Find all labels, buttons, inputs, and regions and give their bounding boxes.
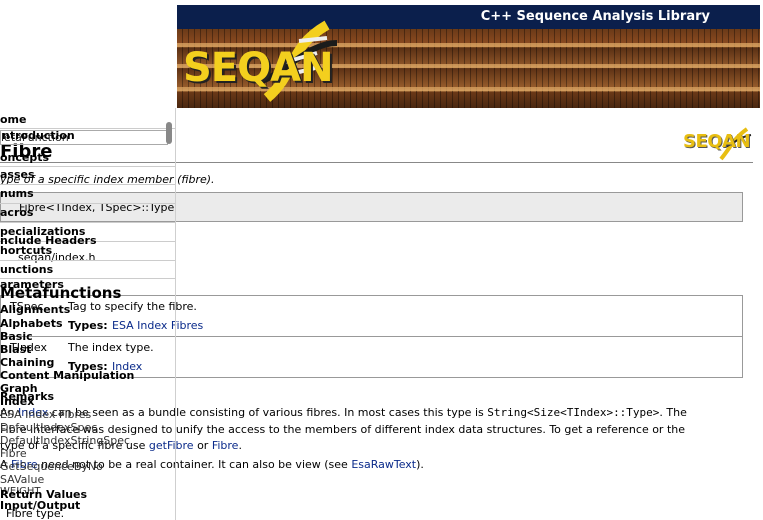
table-divider	[1, 336, 742, 337]
header-banner: C++ Sequence Analysis Library SEQAN	[177, 5, 760, 108]
seqan-logo[interactable]: SEQAN	[183, 45, 334, 91]
header-rule	[0, 162, 753, 163]
sidebar-item-chaining[interactable]: Chaining	[0, 356, 54, 369]
sidebar-item-shortcuts[interactable]: hortcuts	[0, 244, 52, 257]
sidebar-subitem[interactable]: DefaultIndexSpec	[0, 421, 97, 434]
sidebar-item-functions[interactable]: unctions	[0, 263, 53, 276]
sidebar-item-home[interactable]: ome	[0, 113, 26, 126]
sidebar-subitem[interactable]: DefaultIndexStringSpec	[0, 434, 130, 447]
sidebar-divider	[0, 222, 175, 223]
sidebar-item-concepts[interactable]: oncepts	[0, 151, 49, 164]
sidebar-subitem[interactable]: GetSequenceByNo	[0, 460, 103, 473]
sidebar-subitem[interactable]: SAValue	[0, 473, 44, 486]
sidebar-item-index[interactable]: Index	[0, 395, 34, 408]
sidebar-subitem[interactable]: ESA Index Fibres	[0, 408, 91, 421]
sidebar-item-alphabets[interactable]: Alphabets	[0, 317, 63, 330]
code-snippet: String<Size<TIndex>::Type>	[487, 406, 660, 419]
sidebar-item-basic[interactable]: Basic	[0, 330, 33, 343]
sidebar-item-content-manipulation[interactable]: Content Manipulation	[0, 369, 134, 382]
fibre-link[interactable]: Fibre	[212, 439, 239, 452]
sidebar-item-metafunctions[interactable]: Metafunctions	[0, 284, 121, 302]
sidebar-item-macros[interactable]: acros	[0, 206, 33, 219]
esa-index-fibres-link[interactable]: ESA Index Fibres	[112, 319, 203, 332]
sidebar-scrollbar[interactable]	[166, 122, 172, 144]
param-description: The index type.	[68, 341, 154, 354]
sidebar-divider	[0, 260, 175, 261]
sidebar-divider	[0, 203, 175, 204]
sidebar-item-enums[interactable]: nums	[0, 187, 34, 200]
sidebar-item-input-output[interactable]: Input/Output	[0, 499, 80, 512]
text-fragment: .	[238, 439, 242, 452]
seqan-small-logo[interactable]: SEQAN	[683, 131, 751, 152]
sidebar-item-introduction[interactable]: ntroduction	[2, 129, 75, 142]
text-fragment: ).	[416, 458, 424, 471]
signature-box: Fibre<TIndex, TSpec>::Type	[0, 192, 743, 222]
sidebar-item-alignments[interactable]: Alignments	[0, 303, 70, 316]
text-fragment: . The	[659, 406, 687, 419]
sidebar-item-classes[interactable]: asses	[0, 168, 35, 181]
types-label: Types:	[68, 319, 108, 332]
sidebar-subitem[interactable]: Fibre	[0, 447, 27, 460]
remarks-line-1: An Index can be seen as a bundle consist…	[0, 406, 687, 419]
text-fragment: or	[193, 439, 212, 452]
library-title: C++ Sequence Analysis Library	[480, 9, 710, 24]
sidebar-divider	[0, 184, 175, 185]
sidebar-divider	[0, 166, 175, 167]
sidebar-item-blast[interactable]: Blast	[0, 343, 31, 356]
getfibre-link[interactable]: getFibre	[149, 439, 194, 452]
esarawtext-link[interactable]: EsaRawText	[351, 458, 416, 471]
sidebar-border	[175, 108, 176, 520]
text-fragment: can be seen as a bundle consisting of va…	[48, 406, 488, 419]
